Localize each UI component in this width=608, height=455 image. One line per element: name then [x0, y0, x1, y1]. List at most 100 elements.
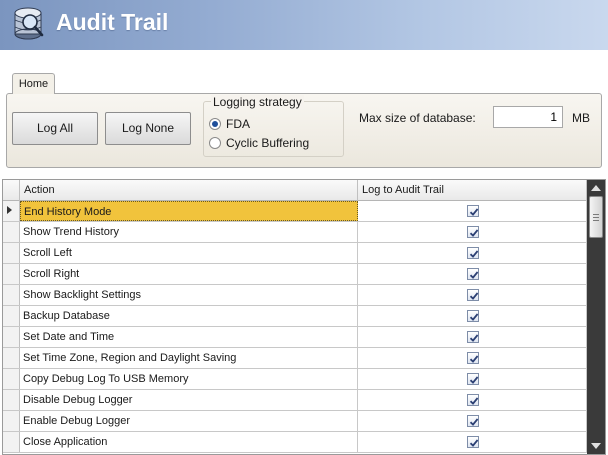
table-row[interactable]: Show Backlight Settings: [3, 285, 587, 306]
grip-line: [593, 220, 599, 221]
table-row[interactable]: Scroll Right: [3, 264, 587, 285]
log-checkbox[interactable]: [467, 373, 479, 385]
action-cell[interactable]: Set Time Zone, Region and Daylight Savin…: [20, 348, 358, 368]
scroll-down-arrow-icon[interactable]: [591, 443, 601, 449]
action-cell[interactable]: Scroll Left: [20, 243, 358, 263]
checkmark-icon: [469, 292, 479, 300]
action-cell[interactable]: Copy Debug Log To USB Memory: [20, 369, 358, 389]
table-row[interactable]: Set Date and Time: [3, 327, 587, 348]
log-checkbox[interactable]: [467, 352, 479, 364]
log-checkbox[interactable]: [467, 226, 479, 238]
action-cell[interactable]: Disable Debug Logger: [20, 390, 358, 410]
log-cell: [358, 243, 587, 263]
checkmark-icon: [469, 271, 479, 279]
table-row[interactable]: End History Mode: [3, 201, 587, 222]
actions-grid: Action Log to Audit Trail End History Mo…: [2, 179, 606, 455]
log-checkbox[interactable]: [467, 268, 479, 280]
log-checkbox[interactable]: [467, 289, 479, 301]
checkmark-icon: [469, 208, 479, 216]
checkmark-icon: [469, 418, 479, 426]
database-icon: [14, 7, 44, 40]
radio-button-checked[interactable]: [209, 118, 221, 130]
log-cell: [358, 390, 587, 410]
column-header-action[interactable]: Action: [20, 180, 358, 201]
action-cell[interactable]: Show Trend History: [20, 222, 358, 242]
log-checkbox[interactable]: [467, 436, 479, 448]
grid-rows: End History Mode Show Trend History Scroll…: [3, 201, 587, 453]
title-banner: Audit Trail: [0, 0, 608, 50]
row-header[interactable]: [3, 432, 20, 452]
row-header[interactable]: [3, 264, 20, 284]
table-row[interactable]: Disable Debug Logger: [3, 390, 587, 411]
row-header[interactable]: [3, 369, 20, 389]
row-header[interactable]: [3, 222, 20, 242]
log-cell: [358, 285, 587, 305]
action-cell[interactable]: Backup Database: [20, 306, 358, 326]
ribbon: Home Log All Log None Logging strategy F…: [0, 50, 608, 175]
table-row[interactable]: Copy Debug Log To USB Memory: [3, 369, 587, 390]
log-cell: [358, 369, 587, 389]
row-header[interactable]: [3, 390, 20, 410]
vertical-scrollbar[interactable]: [587, 180, 605, 454]
table-row[interactable]: Enable Debug Logger: [3, 411, 587, 432]
log-cell: [358, 432, 587, 452]
table-row[interactable]: Close Application: [3, 432, 587, 453]
tab-home[interactable]: Home: [12, 73, 55, 94]
action-cell[interactable]: Close Application: [20, 432, 358, 452]
table-row[interactable]: Show Trend History: [3, 222, 587, 243]
current-row-pointer-icon: [7, 206, 12, 214]
logging-strategy-group: Logging strategy FDA Cyclic Buffering: [203, 95, 344, 157]
action-cell[interactable]: Set Date and Time: [20, 327, 358, 347]
column-header-log-to-audit-trail[interactable]: Log to Audit Trail: [358, 180, 587, 201]
table-row[interactable]: Scroll Left: [3, 243, 587, 264]
log-checkbox[interactable]: [467, 310, 479, 322]
row-header[interactable]: [3, 348, 20, 368]
action-cell[interactable]: End History Mode: [20, 201, 358, 221]
ribbon-panel: Log All Log None Logging strategy FDA Cy…: [6, 93, 602, 168]
log-cell: [358, 327, 587, 347]
log-cell: [358, 222, 587, 242]
radio-button-unchecked[interactable]: [209, 137, 221, 149]
checkmark-icon: [469, 376, 479, 384]
log-none-button[interactable]: Log None: [105, 112, 191, 145]
log-cell: [358, 348, 587, 368]
table-row[interactable]: Set Time Zone, Region and Daylight Savin…: [3, 348, 587, 369]
log-cell: [358, 306, 587, 326]
action-cell[interactable]: Scroll Right: [20, 264, 358, 284]
scrollbar-thumb[interactable]: [589, 196, 603, 238]
action-cell[interactable]: Enable Debug Logger: [20, 411, 358, 431]
log-checkbox[interactable]: [467, 205, 479, 217]
checkmark-icon: [469, 250, 479, 258]
log-all-button[interactable]: Log All: [12, 112, 98, 145]
log-cell: [358, 264, 587, 284]
max-size-input[interactable]: [493, 106, 563, 128]
log-checkbox[interactable]: [467, 415, 479, 427]
radio-cyclic-buffering[interactable]: Cyclic Buffering: [209, 136, 309, 150]
radio-fda-label: FDA: [226, 117, 250, 131]
checkmark-icon: [469, 355, 479, 363]
row-header[interactable]: [3, 243, 20, 263]
grid-header: Action Log to Audit Trail: [3, 180, 587, 201]
row-header[interactable]: [3, 411, 20, 431]
app-title: Audit Trail: [56, 9, 169, 35]
action-cell[interactable]: Show Backlight Settings: [20, 285, 358, 305]
grip-line: [593, 214, 599, 215]
checkmark-icon: [469, 397, 479, 405]
log-cell: [358, 201, 587, 221]
max-size-unit: MB: [572, 111, 590, 125]
radio-cyclic-buffering-label: Cyclic Buffering: [226, 136, 310, 150]
log-checkbox[interactable]: [467, 394, 479, 406]
row-header[interactable]: [3, 306, 20, 326]
grid-corner: [3, 180, 20, 201]
scroll-up-arrow-icon[interactable]: [591, 185, 601, 191]
log-checkbox[interactable]: [467, 331, 479, 343]
row-header[interactable]: [3, 201, 20, 221]
row-header[interactable]: [3, 285, 20, 305]
log-checkbox[interactable]: [467, 247, 479, 259]
log-cell: [358, 411, 587, 431]
row-header[interactable]: [3, 327, 20, 347]
logging-strategy-title: Logging strategy: [211, 95, 304, 109]
radio-fda[interactable]: FDA: [209, 117, 250, 131]
table-row[interactable]: Backup Database: [3, 306, 587, 327]
checkmark-icon: [469, 229, 479, 237]
